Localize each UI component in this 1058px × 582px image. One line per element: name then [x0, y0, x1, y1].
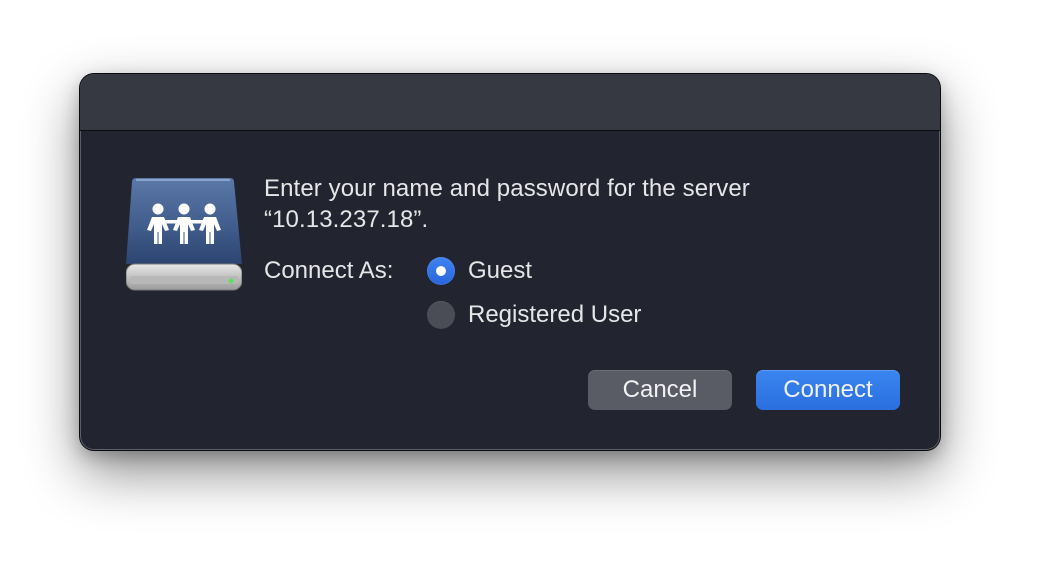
dialog-titlebar[interactable] — [80, 74, 940, 131]
radio-option-guest[interactable]: Guest — [427, 256, 532, 286]
connect-as-label: Connect As: — [264, 257, 394, 284]
radio-unselected-icon[interactable] — [427, 301, 455, 329]
radio-selected-icon[interactable] — [427, 257, 455, 285]
message-line-1: Enter your name and password for the ser… — [264, 175, 750, 202]
radio-option-registered-user[interactable]: Registered User — [427, 300, 641, 330]
shared-server-drive-icon — [126, 178, 242, 291]
message-server-address: “10.13.237.18”. — [264, 206, 429, 233]
dialog-message: Enter your name and password for the ser… — [264, 173, 884, 235]
connect-button[interactable]: Connect — [756, 370, 900, 410]
radio-label-registered-user: Registered User — [468, 301, 642, 328]
radio-label-guest: Guest — [468, 257, 533, 284]
cancel-button[interactable]: Cancel — [588, 370, 732, 410]
connect-to-server-dialog: Enter your name and password for the ser… — [80, 74, 940, 450]
